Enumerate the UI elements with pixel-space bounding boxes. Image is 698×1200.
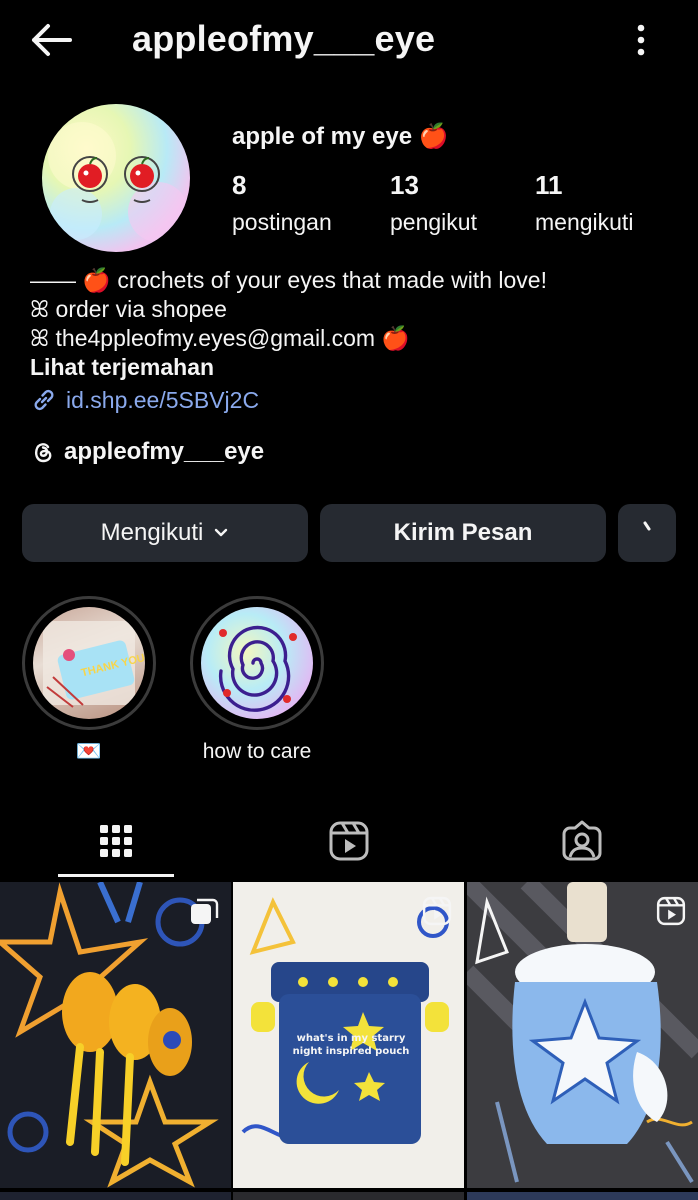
grid-post-partial[interactable]	[233, 1192, 464, 1200]
tab-tagged[interactable]	[466, 802, 698, 880]
following-button[interactable]: Mengikuti	[22, 504, 308, 562]
grid-post-partial[interactable]	[467, 1192, 698, 1200]
tab-grid[interactable]	[0, 802, 232, 880]
avatar[interactable]	[42, 104, 190, 252]
highlight-item[interactable]: how to care	[190, 596, 324, 764]
post-thumbnail	[467, 882, 698, 1188]
stat-following-label: mengikuti	[535, 209, 634, 235]
reel-icon	[656, 896, 686, 926]
back-arrow-icon[interactable]	[26, 20, 74, 60]
threads-handle: appleofmy___eye	[64, 438, 265, 465]
stat-followers[interactable]: 13 pengikut	[390, 170, 477, 236]
active-tab-indicator	[58, 874, 174, 877]
highlight-label: 💌	[75, 740, 103, 763]
highlight-ring	[190, 596, 324, 730]
tab-reels[interactable]	[233, 802, 465, 880]
profile-link-text: id.shp.ee/5SBVj2C	[66, 386, 260, 413]
bio-line: ꕤ order via shopee	[30, 296, 227, 322]
highlight-cover: THANK YOU	[33, 607, 145, 719]
loading-spinner-icon	[643, 521, 651, 531]
profile-link[interactable]: id.shp.ee/5SBVj2C	[30, 384, 259, 416]
threads-badge[interactable]: appleofmy___eye	[30, 436, 264, 468]
stat-following-count: 11	[535, 170, 563, 200]
highlight-cover	[201, 607, 313, 719]
grid-icon	[100, 825, 132, 857]
see-translation-link[interactable]: Lihat terjemahan	[30, 354, 214, 381]
stat-posts-label: postingan	[232, 209, 332, 235]
following-button-label: Mengikuti	[100, 519, 204, 546]
bio-line: ꕤ the4ppleofmy.eyes@gmail.com 🍎	[30, 325, 411, 351]
top-bar: appleofmy___eye	[0, 0, 698, 80]
chevron-down-icon	[215, 528, 228, 537]
highlight-label: how to care	[202, 740, 312, 763]
page-title: appleofmy___eye	[132, 18, 436, 59]
stat-posts[interactable]: 8 postingan	[232, 170, 332, 236]
grid-post[interactable]: what's in my starry night inspired pouch	[233, 882, 464, 1188]
suggested-accounts-button[interactable]	[618, 504, 676, 562]
profile-tabs	[0, 802, 698, 880]
stat-posts-count: 8	[232, 170, 247, 200]
bio: —— 🍎 crochets of your eyes that made wit…	[30, 266, 680, 353]
bio-line: —— 🍎 crochets of your eyes that made wit…	[30, 267, 547, 293]
reels-icon	[329, 821, 369, 861]
highlight-item[interactable]: THANK YOU 💌	[22, 596, 156, 764]
carousel-icon	[191, 898, 219, 924]
more-options-icon[interactable]	[626, 22, 656, 58]
stat-followers-label: pengikut	[390, 209, 477, 235]
link-icon	[34, 389, 54, 411]
grid-post-partial[interactable]	[0, 1192, 231, 1200]
grid-post[interactable]	[467, 882, 698, 1188]
avatar-illustration	[48, 122, 188, 242]
threads-icon	[34, 443, 52, 463]
stat-followers-count: 13	[390, 170, 419, 200]
grid-post[interactable]	[0, 882, 231, 1188]
message-button[interactable]: Kirim Pesan	[320, 504, 606, 562]
post-thumbnail	[0, 882, 231, 1188]
highlight-ring: THANK YOU	[22, 596, 156, 730]
reel-icon	[422, 896, 452, 926]
display-name: apple of my eye 🍎	[232, 123, 449, 150]
message-button-label: Kirim Pesan	[393, 519, 533, 546]
stat-following[interactable]: 11 mengikuti	[535, 170, 633, 236]
post-caption-overlay: what's in my starry night inspired pouch	[292, 1033, 410, 1057]
tagged-person-icon	[562, 820, 602, 861]
